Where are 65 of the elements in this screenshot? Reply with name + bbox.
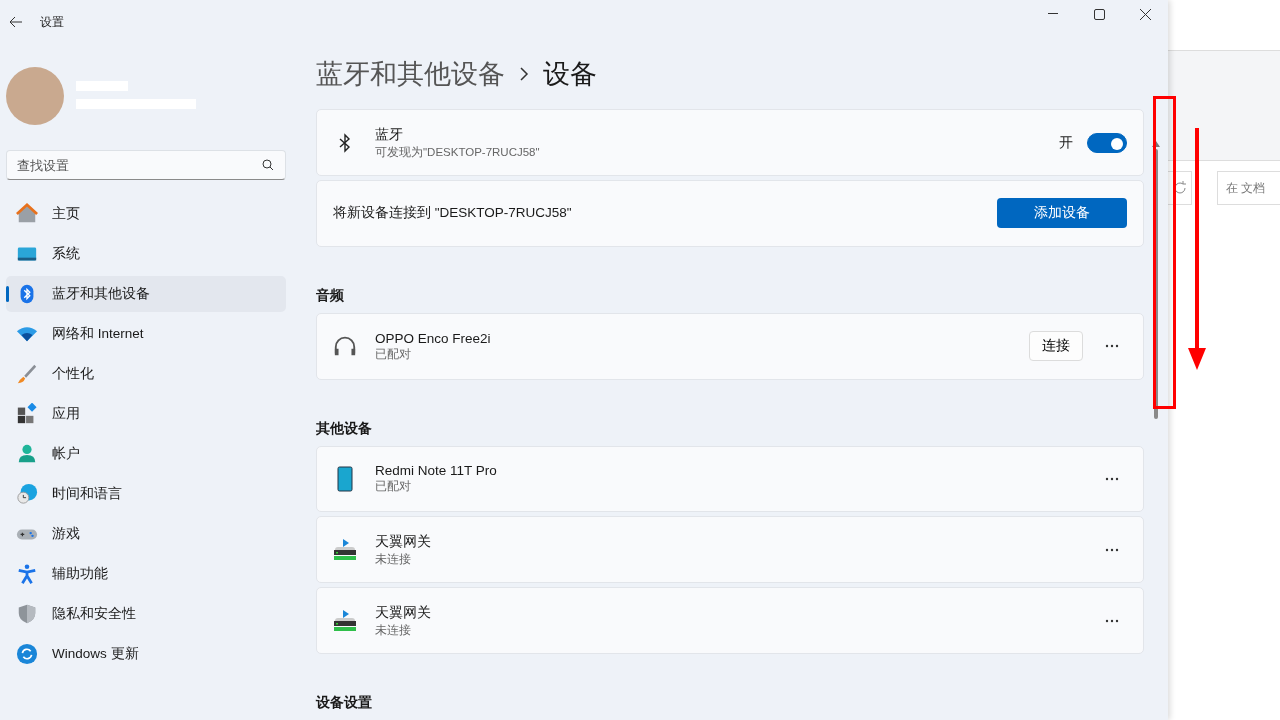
scrollbar-thumb[interactable] bbox=[1154, 149, 1158, 419]
device-name: Redmi Note 11T Pro bbox=[375, 463, 497, 479]
more-icon bbox=[1105, 344, 1119, 349]
connect-button[interactable]: 连接 bbox=[1029, 331, 1083, 362]
nav-item[interactable]: 隐私和安全性 bbox=[6, 596, 286, 632]
device-card[interactable]: Redmi Note 11T Pro 已配对 bbox=[316, 445, 1144, 513]
apps-icon bbox=[16, 403, 38, 425]
nav-item[interactable]: Windows 更新 bbox=[6, 636, 286, 672]
bluetooth-icon bbox=[339, 132, 351, 153]
section-heading: 其他设备 bbox=[316, 419, 373, 438]
nav-item[interactable]: 时间和语言 bbox=[6, 476, 286, 512]
nav-item[interactable]: 蓝牙和其他设备 bbox=[6, 276, 286, 312]
refresh-button[interactable] bbox=[1168, 171, 1192, 205]
update-icon bbox=[16, 643, 38, 665]
nav-item[interactable]: 系统 bbox=[6, 236, 286, 272]
device-status: 未连接 bbox=[375, 622, 412, 638]
device-name: 天翼网关 bbox=[375, 532, 431, 551]
device-status: 已配对 bbox=[375, 346, 412, 362]
nav-item[interactable]: 个性化 bbox=[6, 356, 286, 392]
section-heading: 音频 bbox=[316, 286, 345, 305]
device-card[interactable]: 天翼网关 未连接 bbox=[316, 587, 1144, 654]
brush-icon bbox=[16, 363, 38, 385]
accessibility-icon bbox=[16, 563, 38, 585]
section-heading: 设备设置 bbox=[316, 694, 373, 712]
avatar[interactable] bbox=[6, 67, 64, 125]
nav-item[interactable]: 帐户 bbox=[6, 436, 286, 472]
search-icon bbox=[262, 159, 274, 171]
chevron-icon bbox=[519, 66, 529, 81]
back-arrow-icon bbox=[9, 16, 23, 28]
device-status: 已配对 bbox=[375, 479, 412, 495]
globe-clock-icon bbox=[16, 483, 38, 505]
device-name: OPPO Enco Free2i bbox=[375, 330, 491, 346]
more-icon bbox=[1105, 547, 1119, 552]
minimize-icon bbox=[1048, 13, 1058, 15]
more-icon bbox=[1105, 477, 1119, 481]
device-card[interactable]: 天翼网关 未连接 bbox=[316, 516, 1144, 584]
phone-icon bbox=[337, 466, 353, 492]
setting-subtitle: 可发现为"DESKTOP-7RUCJ58" bbox=[375, 144, 540, 160]
nav-item[interactable]: 主页 bbox=[6, 196, 286, 232]
close-icon bbox=[1139, 8, 1151, 20]
shield-icon bbox=[16, 603, 38, 625]
nav-item[interactable]: 辅助功能 bbox=[6, 556, 286, 592]
home-icon bbox=[16, 203, 38, 225]
breadcrumb-link[interactable]: 蓝牙和其他设备 bbox=[316, 55, 505, 92]
add-device-button[interactable]: 添加设备 bbox=[997, 198, 1127, 229]
setting-title: 蓝牙 bbox=[375, 125, 404, 144]
more-icon bbox=[1105, 618, 1119, 623]
device-name: 天翼网关 bbox=[375, 603, 431, 622]
search-field[interactable]: 在 文档 bbox=[1217, 171, 1280, 205]
maximize-icon bbox=[1093, 8, 1105, 20]
nav-item[interactable]: 游戏 bbox=[6, 516, 286, 552]
window-title: 设置 bbox=[40, 13, 64, 31]
device-status: 未连接 bbox=[375, 551, 412, 567]
toggle-state-label: 开 bbox=[1059, 133, 1073, 152]
toggle-switch[interactable] bbox=[1087, 132, 1127, 153]
page-title: 设备 bbox=[543, 57, 597, 91]
person-icon bbox=[16, 443, 38, 465]
scroll-up-icon[interactable] bbox=[1152, 141, 1160, 147]
device-card[interactable]: OPPO Enco Free2i 已配对 连接 bbox=[316, 312, 1144, 380]
nav-item[interactable]: 网络和 Internet bbox=[6, 316, 286, 352]
router-icon bbox=[333, 537, 357, 562]
nav-item[interactable]: 应用 bbox=[6, 396, 286, 432]
router-icon bbox=[333, 608, 357, 633]
add-device-text: 将新设备连接到 "DESKTOP-7RUCJ58" bbox=[333, 204, 572, 223]
search-field[interactable]: 查找设置 bbox=[6, 150, 286, 180]
